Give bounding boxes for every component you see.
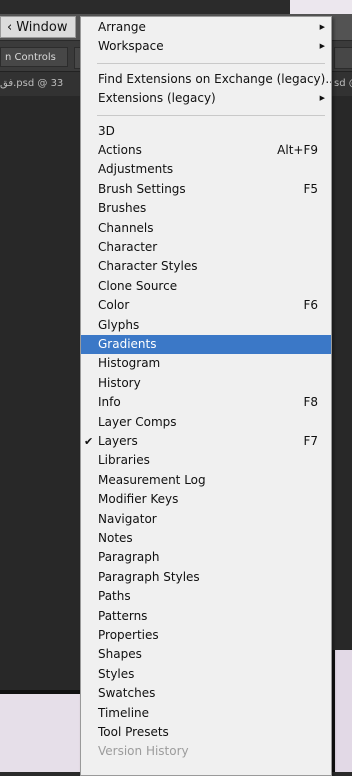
menu-window[interactable]: ‹ Window <box>0 16 76 38</box>
menu-item-find-extensions-on-exchange-legacy[interactable]: Find Extensions on Exchange (legacy)... <box>81 70 331 89</box>
menu-item-label: Shapes <box>98 647 142 662</box>
menu-item-measurement-log[interactable]: Measurement Log <box>81 471 331 490</box>
menu-item-timeline[interactable]: Timeline <box>81 704 331 723</box>
menu-item-shapes[interactable]: Shapes <box>81 645 331 664</box>
menu-item-histogram[interactable]: Histogram <box>81 354 331 373</box>
menu-item-shortcut: Alt+F9 <box>277 143 318 157</box>
menu-item-label: Paragraph <box>98 550 160 565</box>
document-tab-right[interactable]: sd @ <box>334 72 352 96</box>
checkmark-icon: ✔ <box>84 435 94 448</box>
menu-item-channels[interactable]: Channels <box>81 219 331 238</box>
menu-item-label: Find Extensions on Exchange (legacy)... <box>98 71 332 86</box>
menu-item-info[interactable]: Info F8 <box>81 393 331 412</box>
menu-item-workspace[interactable]: Workspace ▶ <box>81 37 331 56</box>
menu-item-label: 3D <box>98 123 115 138</box>
menu-item-label: Properties <box>98 628 159 642</box>
menu-item-layer-comps[interactable]: Layer Comps <box>81 413 331 432</box>
menu-item-actions[interactable]: Actions Alt+F9 <box>81 141 331 160</box>
menu-item-clone-source[interactable]: Clone Source <box>81 277 331 296</box>
menu-item-label: Paths <box>98 589 131 604</box>
menu-item-paragraph-styles[interactable]: Paragraph Styles <box>81 568 331 587</box>
menu-item-label: Brush Settings <box>98 181 186 196</box>
menu-item-label: History <box>98 375 141 390</box>
menu-item-extensions-legacy[interactable]: Extensions (legacy) ▶ <box>81 89 331 108</box>
menu-item-label: Actions <box>98 143 142 157</box>
menu-item-label: Swatches <box>98 686 156 701</box>
menu-item-label: Character <box>98 240 158 254</box>
menu-item-patterns[interactable]: Patterns <box>81 607 331 626</box>
menu-separator <box>97 114 325 116</box>
menu-item-paragraph[interactable]: Paragraph <box>81 548 331 567</box>
menu-item-modifier-keys[interactable]: Modifier Keys <box>81 490 331 509</box>
menu-item-label: Navigator <box>98 511 157 526</box>
menu-item-label: Layers <box>98 434 138 448</box>
menu-item-color[interactable]: Color F6 <box>81 296 331 315</box>
menu-item-history[interactable]: History <box>81 374 331 393</box>
menu-item-layers[interactable]: ✔ Layers F7 <box>81 432 331 451</box>
menu-item-brushes[interactable]: Brushes <box>81 199 331 218</box>
menu-item-glyphs[interactable]: Glyphs <box>81 316 331 335</box>
menu-item-label: Brushes <box>98 201 147 216</box>
menu-item-character[interactable]: Character <box>81 238 331 257</box>
menu-item-label: Tool Presets <box>98 725 169 739</box>
menu-item-label: Workspace <box>98 39 164 54</box>
menu-item-label: Modifier Keys <box>98 492 179 507</box>
menu-item-label: Layer Comps <box>98 414 177 429</box>
menu-window-label: Window <box>16 20 68 35</box>
submenu-arrow-icon: ▶ <box>319 42 325 51</box>
menu-item-version-history: Version History <box>81 742 331 761</box>
menu-item-label: Libraries <box>98 453 150 468</box>
background-window-bottom-left <box>0 690 82 772</box>
menu-item-label: Channels <box>98 220 154 235</box>
menu-item-label: Color <box>98 298 130 313</box>
menu-item-gradients[interactable]: Gradients <box>81 335 331 355</box>
menu-item-arrange[interactable]: Arrange ▶ <box>81 18 331 37</box>
menu-item-styles[interactable]: Styles <box>81 665 331 684</box>
menu-prefix-char: ‹ <box>7 20 13 35</box>
menu-item-properties[interactable]: Properties <box>81 626 331 645</box>
menu-item-label: Adjustments <box>98 162 174 177</box>
menu-item-label: Patterns <box>98 608 148 623</box>
menu-item-shortcut: F5 <box>303 181 318 196</box>
submenu-arrow-icon: ▶ <box>319 23 325 31</box>
menu-item-label: Measurement Log <box>98 472 206 487</box>
menu-item-navigator[interactable]: Navigator <box>81 510 331 529</box>
options-controls-button[interactable]: n Controls <box>0 47 68 67</box>
menu-item-label: Arrange <box>98 20 146 34</box>
menu-item-paths[interactable]: Paths <box>81 587 331 606</box>
menu-item-3d[interactable]: 3D <box>81 122 331 141</box>
menu-item-tool-presets[interactable]: Tool Presets <box>81 723 331 742</box>
menu-item-character-styles[interactable]: Character Styles <box>81 257 331 276</box>
menu-item-label: Clone Source <box>98 278 178 293</box>
menu-item-label: Styles <box>98 666 135 681</box>
menu-item-label: Extensions (legacy) <box>98 91 216 106</box>
menu-item-label: Notes <box>98 531 133 545</box>
menu-item-label: Histogram <box>98 356 161 371</box>
submenu-arrow-icon: ▶ <box>319 94 325 103</box>
menu-item-label: Paragraph Styles <box>98 569 200 584</box>
menu-item-shortcut: F7 <box>303 434 318 448</box>
background-window-bottom-right <box>331 650 352 772</box>
menu-item-label: Gradients <box>98 337 157 351</box>
menu-item-label: Character Styles <box>98 259 198 274</box>
window-menu-dropdown: Arrange ▶ Workspace ▶ Find Extensions on Exc… <box>80 16 332 776</box>
menu-item-adjustments[interactable]: Adjustments <box>81 160 331 179</box>
menu-item-label: Info <box>98 395 121 410</box>
options-control-box-right[interactable] <box>334 47 352 69</box>
menu-item-notes[interactable]: Notes <box>81 529 331 548</box>
menu-item-shortcut: F6 <box>303 298 318 313</box>
menu-item-label: Version History <box>98 744 189 759</box>
menu-separator <box>97 62 325 64</box>
menu-item-brush-settings[interactable]: Brush Settings F5 <box>81 180 331 199</box>
menu-item-shortcut: F8 <box>303 395 318 410</box>
menu-item-libraries[interactable]: Libraries <box>81 451 331 470</box>
menu-item-label: Glyphs <box>98 317 140 332</box>
menu-item-swatches[interactable]: Swatches <box>81 684 331 703</box>
document-tab-left[interactable]: فق.psd @ 33 <box>0 72 82 96</box>
menu-item-label: Timeline <box>98 705 150 720</box>
